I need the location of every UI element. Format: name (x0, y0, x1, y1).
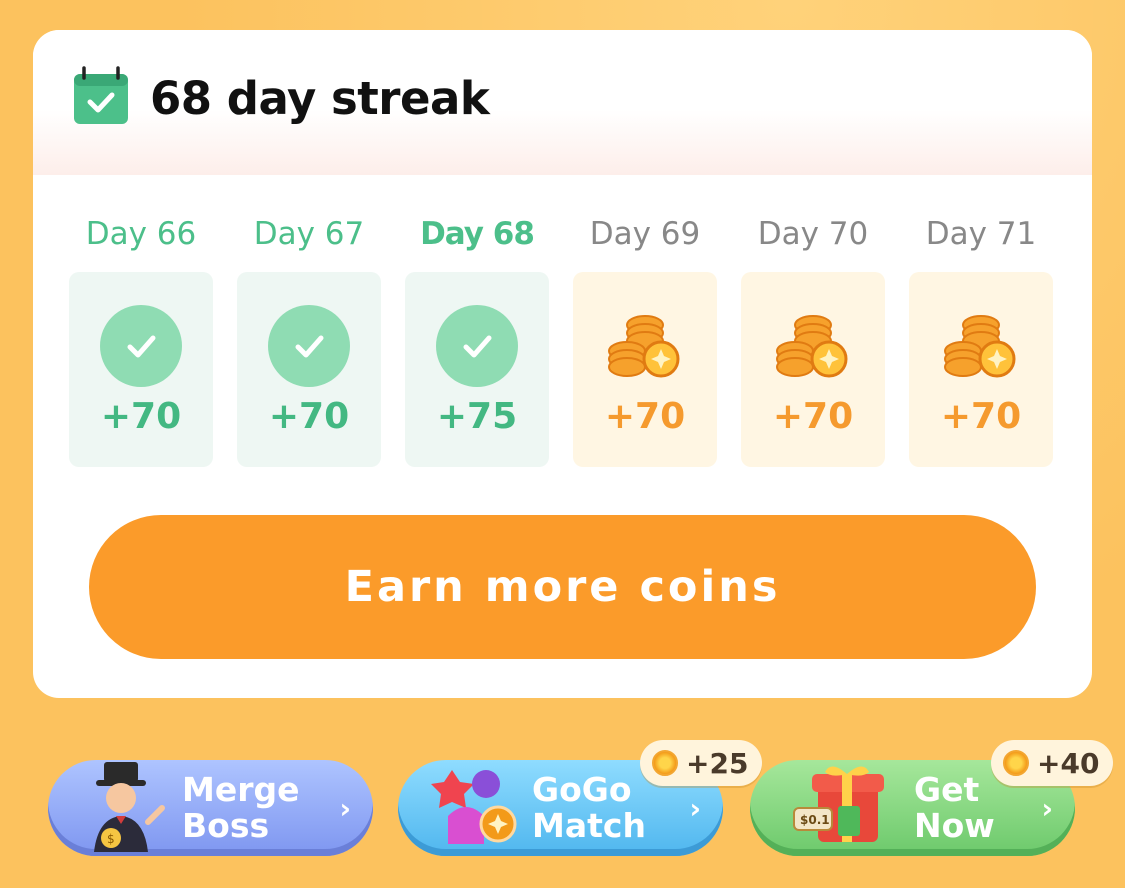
coin-icon (1003, 750, 1029, 776)
reward-amount: +70 (772, 396, 854, 437)
gift-box-icon: $0.1 (793, 766, 884, 842)
check-icon (268, 305, 350, 387)
chevron-right-icon: › (339, 792, 351, 825)
coins-icon (608, 315, 680, 378)
day-label: Day 70 (757, 216, 869, 252)
reward-amount: +70 (268, 396, 350, 437)
coins-icon (944, 315, 1016, 378)
day-tile-upcoming: +70 (909, 272, 1053, 467)
chevron-right-icon: › (689, 792, 701, 825)
bonus-amount: +25 (686, 746, 749, 780)
day-label: Day 67 (253, 216, 365, 252)
bonus-amount: +40 (1037, 746, 1100, 780)
reward-amount: +70 (940, 396, 1022, 437)
chevron-right-icon: › (1041, 792, 1053, 825)
check-icon (436, 305, 518, 387)
coin-icon (652, 750, 678, 776)
reward-amount: +70 (604, 396, 686, 437)
bonus-badge: +25 (640, 740, 763, 786)
calendar-check-icon (74, 66, 128, 124)
day-label-today: Day 68 (420, 216, 535, 252)
reward-amount: +75 (436, 396, 518, 437)
day-tile-upcoming: +70 (741, 272, 885, 467)
coins-icon (776, 315, 848, 378)
day-label: Day 69 (589, 216, 701, 252)
day-tile-upcoming: +70 (573, 272, 717, 467)
day-tile-completed: +70 (237, 272, 381, 467)
promo-merge-boss[interactable]: $ Merge Boss › (48, 760, 373, 856)
day-label: Day 66 (85, 216, 197, 252)
bonus-badge: +40 (991, 740, 1114, 786)
day-tile-completed: +70 (69, 272, 213, 467)
streak-card: 68 day streak Day 66 Day 67 Day 68 Day 6… (33, 30, 1092, 698)
price-tag: $0.1 (800, 813, 830, 827)
day-tile-today: +75 (405, 272, 549, 467)
earn-more-coins-button[interactable]: Earn more coins (89, 515, 1036, 659)
promo-title: Merge Boss (182, 770, 300, 845)
gogo-match-gems-icon (431, 770, 517, 844)
streak-title: 68 day streak (150, 72, 490, 125)
reward-amount: +70 (100, 396, 182, 437)
day-label: Day 71 (925, 216, 1037, 252)
merge-boss-character-icon: $ (94, 762, 165, 852)
svg-text:$: $ (107, 832, 115, 846)
check-icon (100, 305, 182, 387)
